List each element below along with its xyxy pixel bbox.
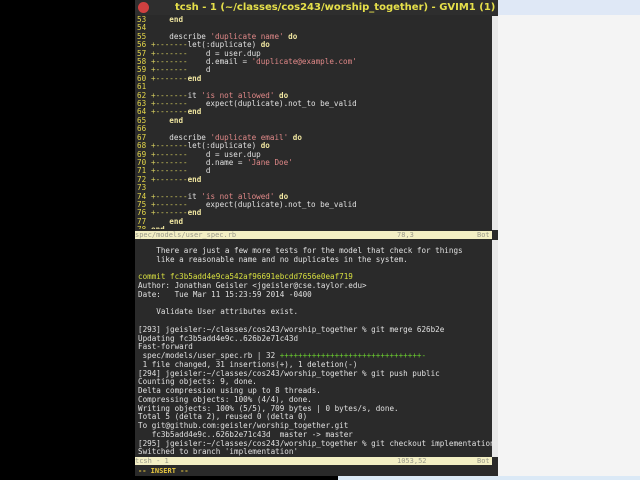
code-token: +-------: [151, 174, 188, 184]
terminal-text: Counting objects: 9, done.: [138, 377, 257, 387]
scrollbar-top[interactable]: [492, 16, 498, 230]
terminal-line: like a reasonable name and no duplicates…: [138, 254, 495, 265]
status-position: 1053,52: [397, 457, 427, 465]
status-file: spec/models/user_spec.rb: [135, 231, 237, 239]
code-token: do: [260, 40, 270, 50]
gvim-window[interactable]: tcsh - 1 (~/classes/cos243/worship_toget…: [135, 0, 498, 476]
terminal-text: 1 file changed, 31 insertions(+), 1 dele…: [138, 359, 358, 369]
terminal-text: commit fc3b5add4e9ca542af96691ebcdd7656e…: [138, 272, 353, 282]
mode-indicator: -- INSERT --: [138, 467, 189, 475]
terminal-text: Updating fc3b5add4e9c..626b2e71c43d: [138, 333, 299, 343]
code-token: expect(duplicate).not_to be_valid: [187, 199, 357, 209]
code-token: do: [260, 141, 270, 151]
code-line: 64+-------end​: [135, 107, 492, 117]
terminal-pane[interactable]: There are just a few more tests for the …: [135, 247, 495, 457]
terminal-text: [294] jgeisler:~/classes/cos243/worship_…: [138, 368, 440, 378]
code-token: do: [292, 132, 302, 142]
code-token: expect(duplicate).not_to be_valid: [187, 99, 357, 109]
terminal-text: Compressing objects: 100% (4/4), done.: [138, 394, 312, 404]
code-token: end: [187, 208, 202, 218]
close-icon[interactable]: [138, 2, 149, 13]
code-line: 60+-------end​: [135, 73, 492, 83]
status-position: 78,3: [397, 231, 414, 239]
desktop-background: [498, 0, 640, 476]
terminal-text: fc3b5add4e9c..626b2e71c43d master -> mas…: [138, 429, 353, 439]
terminal-text: Validate User attributes exist.: [138, 307, 299, 317]
code-token: end: [169, 115, 184, 125]
taskbar-strip: [338, 476, 640, 480]
status-line-bottom: tcsh - 1 1053,52 Bot: [135, 457, 492, 465]
terminal-text: Switched to branch 'implementation': [138, 447, 299, 457]
code-line: 65 end​: [135, 115, 492, 125]
terminal-text: To git@github.com:geisler/worship_togeth…: [138, 421, 349, 430]
terminal-text: Delta compression using up to 8 threads.: [138, 386, 321, 395]
code-token: end: [169, 16, 184, 24]
terminal-text: [295] jgeisler:~/classes/cos243/worship_…: [138, 438, 495, 448]
terminal-text: like a reasonable name and no duplicates…: [138, 254, 408, 264]
line-number: 78: [135, 225, 151, 229]
code-line: 77 end​: [135, 216, 492, 226]
scrollbar-bottom[interactable]: [492, 240, 498, 457]
title-bar[interactable]: tcsh - 1 (~/classes/cos243/worship_toget…: [135, 0, 498, 15]
adjacent-window-titlebar: [498, 0, 640, 15]
terminal-text: Date: Tue Mar 11 15:23:59 2014 -0400: [138, 289, 312, 299]
status-line-top: spec/models/user_spec.rb 78,3 Bot: [135, 231, 492, 239]
terminal-text: +++++++++++++++++++++++++++++++-: [279, 351, 427, 360]
code-editor-pane[interactable]: 53 end​54​55 describe 'duplicate name' d…: [135, 16, 492, 229]
code-token: end: [169, 216, 184, 226]
status-scroll: Bot: [477, 457, 490, 465]
terminal-text: [293] jgeisler:~/classes/cos243/worship_…: [138, 324, 445, 334]
terminal-text: Writing objects: 100% (5/5), 709 bytes |…: [138, 403, 399, 413]
code-line: 53 end​: [135, 16, 492, 24]
terminal-text: Author: Jonathan Geisler <jgeisler@cse.t…: [138, 281, 367, 290]
code-line: 76+-------end​: [135, 208, 492, 218]
code-token: end: [187, 73, 202, 83]
terminal-text: spec/models/user_spec.rb | 32: [138, 351, 280, 360]
code-token: do: [288, 31, 298, 41]
code-token: +-------: [151, 73, 188, 83]
code-line: 78end​: [135, 225, 492, 229]
code-token: 'duplicate@example.com': [251, 57, 357, 67]
window-title: tcsh - 1 (~/classes/cos243/worship_toget…: [175, 2, 496, 13]
status-scroll: Bot: [477, 231, 490, 239]
terminal-line: Date: Tue Mar 11 15:23:59 2014 -0400​: [138, 289, 495, 300]
terminal-text: Total 5 (delta 2), reused 0 (delta 0): [138, 412, 308, 422]
code-token: 'Jane Doe': [247, 157, 293, 167]
terminal-text: Fast-forward: [138, 342, 193, 352]
status-file: tcsh - 1: [135, 457, 169, 465]
code-token: end: [187, 174, 202, 184]
terminal-line: Validate User attributes exist.​: [138, 307, 495, 317]
code-line: 72+-------end​: [135, 174, 492, 184]
code-token: end: [187, 107, 202, 117]
code-token: end: [151, 225, 165, 229]
